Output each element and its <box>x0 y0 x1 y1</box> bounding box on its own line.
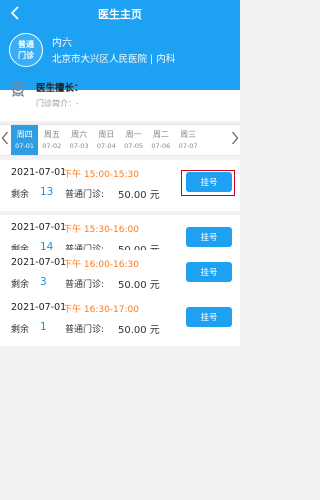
avatar: 普通 门诊 <box>9 33 43 67</box>
slot-card: 2021-07-01 下午 15:00-15:30 剩余 13 普通门诊: 50… <box>0 160 240 211</box>
date-tab[interactable]: 周五 07-02 <box>38 125 65 155</box>
remain-label: 剩余 <box>11 280 30 290</box>
register-button[interactable]: 挂号 <box>186 227 232 247</box>
date-tab[interactable]: 周四 07-01 <box>11 125 39 155</box>
date-label: 07-03 <box>69 142 89 150</box>
hospital-dept: 北京市大兴区人民医院 | 内科 <box>52 54 176 65</box>
doctor-name: 内六 <box>52 38 72 49</box>
slot-date: 2021-07-01 <box>11 257 67 268</box>
price: 50.00 元 <box>118 280 160 291</box>
register-button[interactable]: 挂号 <box>186 262 232 282</box>
date-label: 07-05 <box>124 142 144 150</box>
price: 50.00 元 <box>118 190 160 201</box>
slot-time: 下午 16:00-16:30 <box>63 260 139 270</box>
date-label: 07-06 <box>151 142 171 150</box>
weekday-label: 周五 <box>43 130 60 139</box>
slot-time: 下午 15:00-15:30 <box>63 170 139 180</box>
slot-card: 2021-07-01 下午 16:00-16:30 剩余 3 普通门诊: 50.… <box>0 250 240 301</box>
weekday-label: 周四 <box>16 130 33 139</box>
slot-time: 下午 16:30-17:00 <box>63 305 139 315</box>
prev-week-button[interactable] <box>0 130 10 150</box>
intro-label: 门诊简介：- <box>36 99 79 108</box>
next-week-button[interactable] <box>230 130 240 150</box>
date-tab[interactable]: 周日 07-04 <box>93 125 120 155</box>
price: 50.00 元 <box>118 325 160 336</box>
date-strip: 周四 07-01 周五 07-02 周六 07-03 周日 07-04 周一 07-05 … <box>11 125 229 155</box>
clinic-type: 普通门诊: <box>65 280 105 290</box>
weekday-label: 周六 <box>71 130 88 139</box>
date-label: 07-04 <box>96 142 116 150</box>
weekday-label: 周二 <box>152 130 169 139</box>
date-tab[interactable]: 周一 07-05 <box>120 125 147 155</box>
header: 医生主页 普通 门诊 内六 北京市大兴区人民医院 | 内科 <box>0 0 240 90</box>
date-label: 07-01 <box>15 142 35 150</box>
clinic-type: 普通门诊: <box>65 325 105 335</box>
remain-label: 剩余 <box>11 190 30 200</box>
weekday-label: 周三 <box>180 130 197 139</box>
page-title: 医生主页 <box>98 8 142 21</box>
slot-time: 下午 15:30-16:00 <box>63 225 139 235</box>
slot-date: 2021-07-01 <box>11 222 67 233</box>
nav-bar: 医生主页 <box>0 0 240 28</box>
slot-card: 2021-07-01 下午 16:30-17:00 剩余 1 普通门诊: 50.… <box>0 295 240 346</box>
date-label: 07-02 <box>42 142 62 150</box>
remain-count: 3 <box>40 276 47 288</box>
specialty-label: 医生擅长： <box>36 83 84 94</box>
date-tab[interactable]: 周三 07-07 <box>175 125 202 155</box>
remain-count: 13 <box>40 186 54 198</box>
remain-count: 1 <box>40 321 47 333</box>
avatar-text: 普通 门诊 <box>18 40 34 60</box>
date-selector: 周四 07-01 周五 07-02 周六 07-03 周日 07-04 周一 07-05 … <box>0 124 240 156</box>
register-button[interactable]: 挂号 <box>186 307 232 327</box>
weekday-label: 周日 <box>98 130 115 139</box>
chevron-right-icon <box>232 131 239 145</box>
date-tab[interactable]: 周六 07-03 <box>66 125 93 155</box>
slot-date: 2021-07-01 <box>11 302 67 313</box>
weekday-label: 周一 <box>125 130 142 139</box>
date-label: 07-07 <box>178 142 198 150</box>
remain-label: 剩余 <box>11 325 30 335</box>
clinic-type: 普通门诊: <box>65 190 105 200</box>
date-tab[interactable]: 周二 07-06 <box>147 125 174 155</box>
register-button[interactable]: 挂号 <box>186 172 232 192</box>
slot-date: 2021-07-01 <box>11 167 67 178</box>
chevron-left-icon <box>1 131 8 145</box>
badge-icon <box>11 81 25 97</box>
